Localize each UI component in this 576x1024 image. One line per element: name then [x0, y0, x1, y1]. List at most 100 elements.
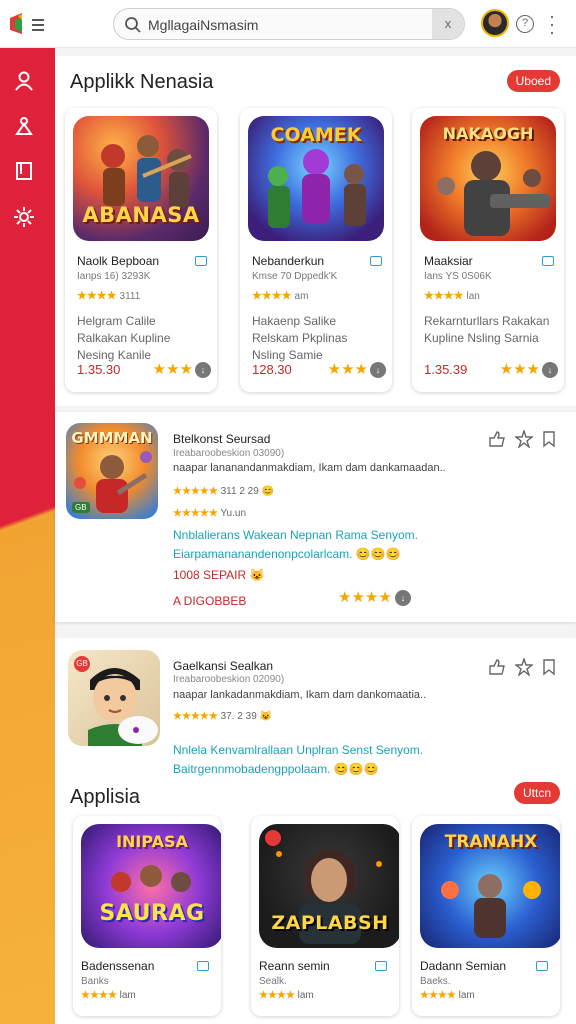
section-more-button[interactable]: Uboed [506, 70, 560, 92]
hub-icon[interactable] [13, 116, 35, 138]
app-badge: GB [72, 502, 90, 513]
app-icon-title: GMMMAN [71, 429, 153, 447]
app-art-title: ZAPLABSH [271, 912, 389, 934]
app-card[interactable]: INIPASA SAURAG Badenssenan Banks ★★★★ la… [73, 816, 221, 1016]
user-icon[interactable] [13, 70, 35, 92]
app-price: 128.30 [252, 362, 292, 377]
app-stars: ★★★★ lam [259, 990, 314, 1001]
star-icon[interactable] [515, 430, 533, 448]
clear-icon[interactable]: x [432, 9, 464, 39]
app-meta: Ians YS 0S06K [424, 271, 492, 282]
like-icon[interactable] [488, 658, 506, 676]
app-link[interactable]: Nnblalierans Wakean Nepnan Rama Senyom. [173, 528, 418, 542]
app-price: 1.35.39 [424, 362, 468, 377]
avatar[interactable] [481, 9, 509, 37]
settings-icon[interactable] [13, 206, 35, 228]
app-name: Badenssenan [81, 959, 155, 973]
bookmark-icon[interactable] [540, 430, 558, 448]
bookmark-icon[interactable] [370, 256, 382, 266]
app-name: Dadann Semian [420, 959, 507, 973]
app-rating: ★★★ [152, 361, 193, 378]
app-art-title: ABANASA [82, 203, 200, 227]
app-link[interactable]: Baitrgennmobadengppolaam. 😊😊😊 [173, 762, 379, 776]
app-art-title: NAKAOGH [442, 124, 534, 143]
app-card[interactable]: NAKAOGH Maaksiar Ians YS 0S06K ★★★★ lan … [412, 108, 564, 392]
app-rating: ★★★★ [338, 589, 392, 606]
like-icon[interactable] [488, 430, 506, 448]
bookmark-icon[interactable] [542, 256, 554, 266]
app-art-title: TRANAHX [444, 832, 538, 852]
book-icon[interactable] [13, 160, 35, 182]
download-icon[interactable]: ↓ [370, 362, 386, 378]
app-card[interactable]: ABANASA Naolk Bepboan Ianps 16) 3293K ★★… [65, 108, 217, 392]
download-icon[interactable]: ↓ [395, 590, 411, 606]
app-card[interactable]: COAMEK Nebanderkun Kmse 70 Dppedk'K ★★★★… [240, 108, 392, 392]
app-rating: ★★★ [499, 361, 540, 378]
app-meta: Ireabaroobeskion 03090) [173, 448, 285, 459]
app-card[interactable]: ZAPLABSH Reann semin Sealk. ★★★★ lam [251, 816, 399, 1016]
bookmark-icon[interactable] [375, 961, 387, 971]
bookmark-icon[interactable] [195, 256, 207, 266]
app-tag: A DIGOBBEB [173, 594, 247, 608]
app-art-subtitle: INIPASA [116, 832, 188, 851]
app-art: TRANAHX [420, 824, 560, 948]
app-stars: ★★★★ lam [420, 990, 475, 1001]
star-icon[interactable] [515, 658, 533, 676]
app-art-title: SAURAG [99, 901, 205, 926]
app-stars: ★★★★ 3111 [77, 290, 141, 302]
app-description: Helgram Calile Ralkakan Kupline Nesing K… [77, 314, 171, 362]
app-name: Btelkonst Seursad [173, 432, 271, 446]
app-description: Hakaenp Salike Relskam Pkplinas Nsling S… [252, 314, 348, 362]
app-card[interactable]: TRANAHX Dadann Semian Baeks. ★★★★ lam [412, 816, 560, 1016]
app-meta: Ireabaroobeskion 02090) [173, 674, 285, 685]
app-art: ABANASA [73, 116, 209, 241]
app-name: Naolk Bepboan [77, 254, 160, 268]
app-name: Maaksiar [424, 254, 473, 268]
app-badge-icon [265, 830, 281, 846]
app-art: COAMEK [248, 116, 384, 241]
more-icon[interactable]: · · · [548, 7, 556, 41]
app-link[interactable]: Eiarpamananandenonpcolarlcam. 😊😊😊 [173, 547, 401, 561]
app-art-title: COAMEK [270, 124, 362, 146]
app-price: 1.35.30 [77, 362, 121, 377]
app-name: Gaelkansi Sealkan [173, 659, 274, 673]
app-description: Rekarnturllars Rakakan Kupline Nsling Sa… [424, 314, 550, 345]
search-icon [125, 17, 141, 33]
app-stars: ★★★★ am [252, 290, 309, 302]
app-stars: ★★★★ lan [424, 290, 480, 302]
list-item[interactable]: GB Gaelkansi Sealkan Ireabaroobeskion 02… [55, 638, 576, 1024]
app-stars-secondary: ★★★★★ Yu.un [173, 508, 247, 519]
app-stars: ★★★★ lam [81, 990, 136, 1001]
app-link[interactable]: Nnlela Kenvamlrallaan Unplran Senst Seny… [173, 743, 423, 757]
app-meta: Sealk. [259, 976, 287, 987]
app-name: Nebanderkun [252, 254, 325, 268]
app-summary: naapar lananandanmakdiam, Ikam dam danka… [173, 462, 446, 474]
app-art: INIPASA SAURAG [81, 824, 221, 948]
app-meta: Banks [81, 976, 109, 987]
app-icon: GMMMAN GB [66, 423, 158, 519]
bookmark-icon[interactable] [540, 658, 558, 676]
side-rail [0, 48, 55, 1024]
search-bar[interactable]: x [113, 8, 465, 40]
app-meta: Baeks. [420, 976, 451, 987]
app-art: NAKAOGH [420, 116, 556, 241]
app-name: Reann semin [259, 959, 330, 973]
download-icon[interactable]: ↓ [542, 362, 558, 378]
featured-section: Applikk Nenasia Uboed ABANASA Naolk Bepb… [55, 56, 576, 406]
download-icon[interactable]: ↓ [195, 362, 211, 378]
app-logo-icon[interactable] [8, 10, 48, 38]
search-input[interactable] [148, 14, 428, 36]
section-more-button[interactable]: Uttcn [513, 782, 560, 804]
app-price: 1008 SEPAIR 😺 [173, 568, 265, 582]
app-summary: naapar lankadanmakdiam, Ikam dam dankoma… [173, 689, 427, 701]
bookmark-icon[interactable] [197, 961, 209, 971]
app-icon: GB [68, 650, 160, 746]
list-item[interactable]: GMMMAN GB Btelkonst Seursad Ireabaroobes… [55, 412, 576, 622]
section-title: Applikk Nenasia [70, 71, 214, 93]
bookmark-icon[interactable] [536, 961, 548, 971]
app-rating: ★★★ [327, 361, 368, 378]
section-title: Applisia [70, 786, 141, 808]
help-icon[interactable]: ? [516, 15, 534, 33]
app-meta: Ianps 16) 3293K [77, 271, 151, 282]
app-meta: Kmse 70 Dppedk'K [252, 271, 338, 282]
